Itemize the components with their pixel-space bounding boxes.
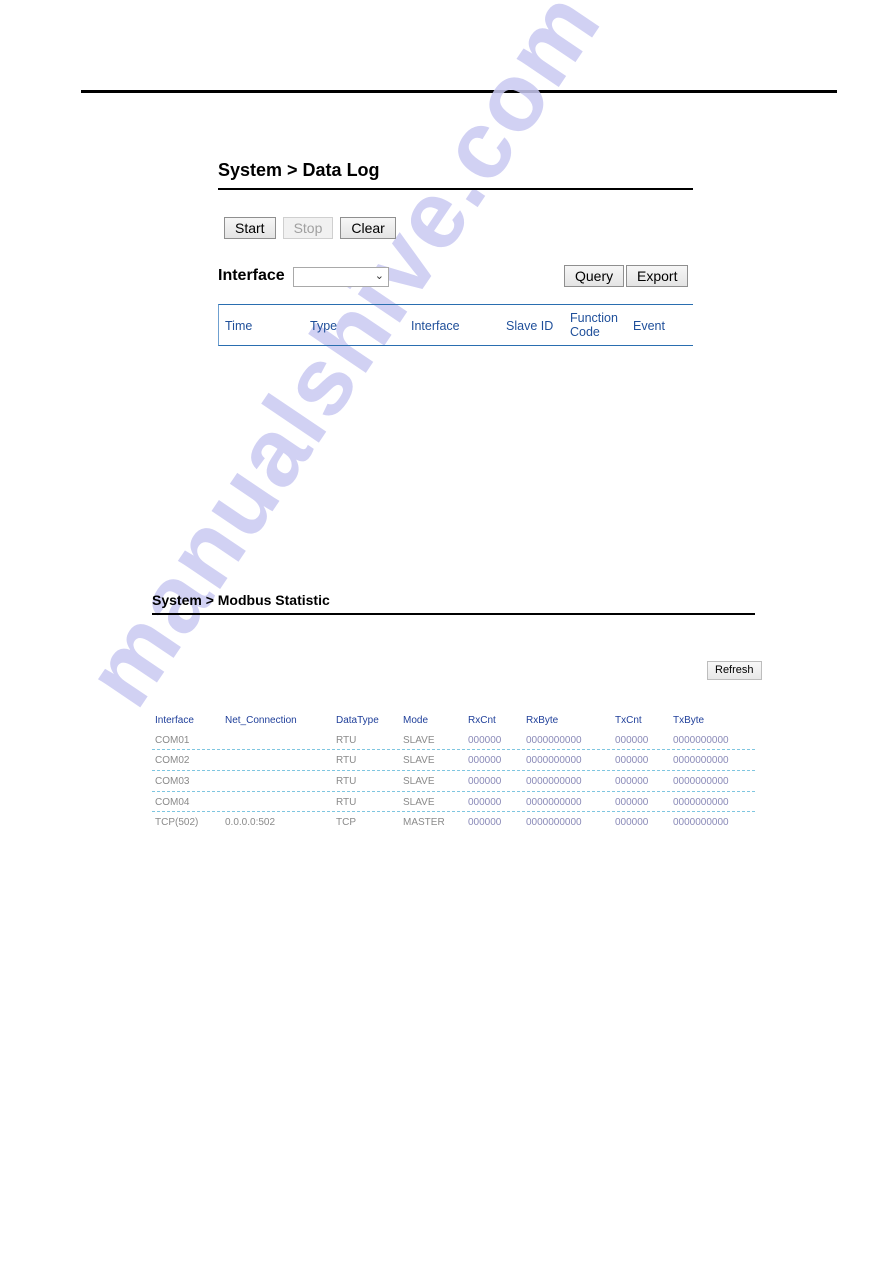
table-header-row: Interface Net_Connection DataType Mode RxCnt… [152,710,755,730]
column-header-tx-byte: TxByte [673,715,705,726]
column-header-type: Type [310,319,338,333]
cell-mode: SLAVE [403,776,435,788]
modbus-statistic-table: Interface Net_Connection DataType Mode RxCnt… [152,710,755,832]
data-log-toolbar: Start Stop Clear [224,217,396,239]
cell-tx-cnt: 000000 [615,734,649,746]
cell-tx-byte: 0000000000 [673,796,729,808]
cell-interface: TCP(502) [155,817,199,829]
cell-interface: COM01 [155,734,190,746]
cell-rx-cnt: 000000 [468,796,502,808]
cell-tx-byte: 0000000000 [673,734,729,746]
table-row: COM01 RTU SLAVE 000000 0000000000 000000 00000… [152,730,755,750]
cell-interface: COM04 [155,796,190,808]
cell-rx-cnt: 000000 [468,734,502,746]
cell-data-type: RTU [336,734,357,746]
cell-mode: SLAVE [403,734,435,746]
column-header-mode: Mode [403,715,429,726]
start-button[interactable]: Start [224,217,276,239]
column-header-rx-byte: RxByte [526,715,559,726]
column-header-interface: Interface [155,715,194,726]
column-header-rx-cnt: RxCnt [468,715,496,726]
refresh-button[interactable]: Refresh [707,661,762,680]
interface-filter-label: Interface [218,267,285,284]
cell-tx-byte: 0000000000 [673,817,729,829]
column-header-net-connection: Net_Connection [225,715,297,726]
stop-button[interactable]: Stop [282,217,334,239]
column-header-tx-cnt: TxCnt [615,715,642,726]
table-row: COM02 RTU SLAVE 000000 0000000000 000000 00000… [152,749,755,770]
data-log-title: System > Data Log [218,160,380,180]
interface-select[interactable]: ⌄ [293,267,389,287]
column-header-slave-id: Slave ID [506,319,554,333]
cell-tx-cnt: 000000 [615,796,649,808]
data-log-table-header: Time Type Interface Slave ID Function Co… [218,304,693,346]
cell-rx-byte: 0000000000 [526,817,582,829]
cell-tx-byte: 0000000000 [673,755,729,767]
cell-rx-cnt: 000000 [468,755,502,767]
column-header-event: Event [633,319,665,333]
cell-rx-byte: 0000000000 [526,796,582,808]
cell-tx-cnt: 000000 [615,817,649,829]
clear-button[interactable]: Clear [340,217,396,239]
column-header-time: Time [225,319,253,333]
cell-rx-byte: 0000000000 [526,734,582,746]
cell-data-type: RTU [336,755,357,767]
modbus-statistic-panel: System > Modbus Statistic Refresh Interf… [152,590,762,828]
cell-rx-cnt: 000000 [468,817,502,829]
column-header-data-type: DataType [336,715,379,726]
watermark: manualshive.com [65,0,622,725]
cell-tx-cnt: 000000 [615,776,649,788]
cell-data-type: TCP [336,817,356,829]
cell-mode: SLAVE [403,796,435,808]
query-button[interactable]: Query [564,265,625,287]
page-header-rule [81,90,837,93]
cell-mode: MASTER [403,817,445,829]
cell-data-type: RTU [336,776,357,788]
column-header-interface: Interface [411,319,460,333]
cell-net-connection: 0.0.0.0:502 [225,817,276,829]
cell-interface: COM03 [155,776,190,788]
table-row: COM03 RTU SLAVE 000000 0000000000 000000 00000… [152,770,755,791]
column-header-function-code: Function Code [570,311,618,339]
cell-tx-cnt: 000000 [615,755,649,767]
cell-rx-byte: 0000000000 [526,755,582,767]
cell-interface: COM02 [155,755,190,767]
data-log-panel: System > Data Log Start Stop Clear Inter… [218,156,693,346]
cell-rx-cnt: 000000 [468,776,502,788]
chevron-down-icon: ⌄ [374,270,384,282]
export-button[interactable]: Export [626,265,689,287]
table-row: COM04 RTU SLAVE 000000 0000000000 000000 00000… [152,790,755,812]
cell-tx-byte: 0000000000 [673,776,729,788]
modbus-statistic-title-rule [152,613,755,615]
cell-rx-byte: 0000000000 [526,776,582,788]
table-row: TCP(502) 0.0.0.0:502 TCP MASTER 000000 000000… [152,811,755,832]
cell-mode: SLAVE [403,755,435,767]
cell-data-type: RTU [336,796,357,808]
data-log-title-rule [218,188,693,190]
interface-filter-bar: Interface ⌄ Query Export [218,265,693,291]
modbus-statistic-title: System > Modbus Statistic [152,592,330,608]
